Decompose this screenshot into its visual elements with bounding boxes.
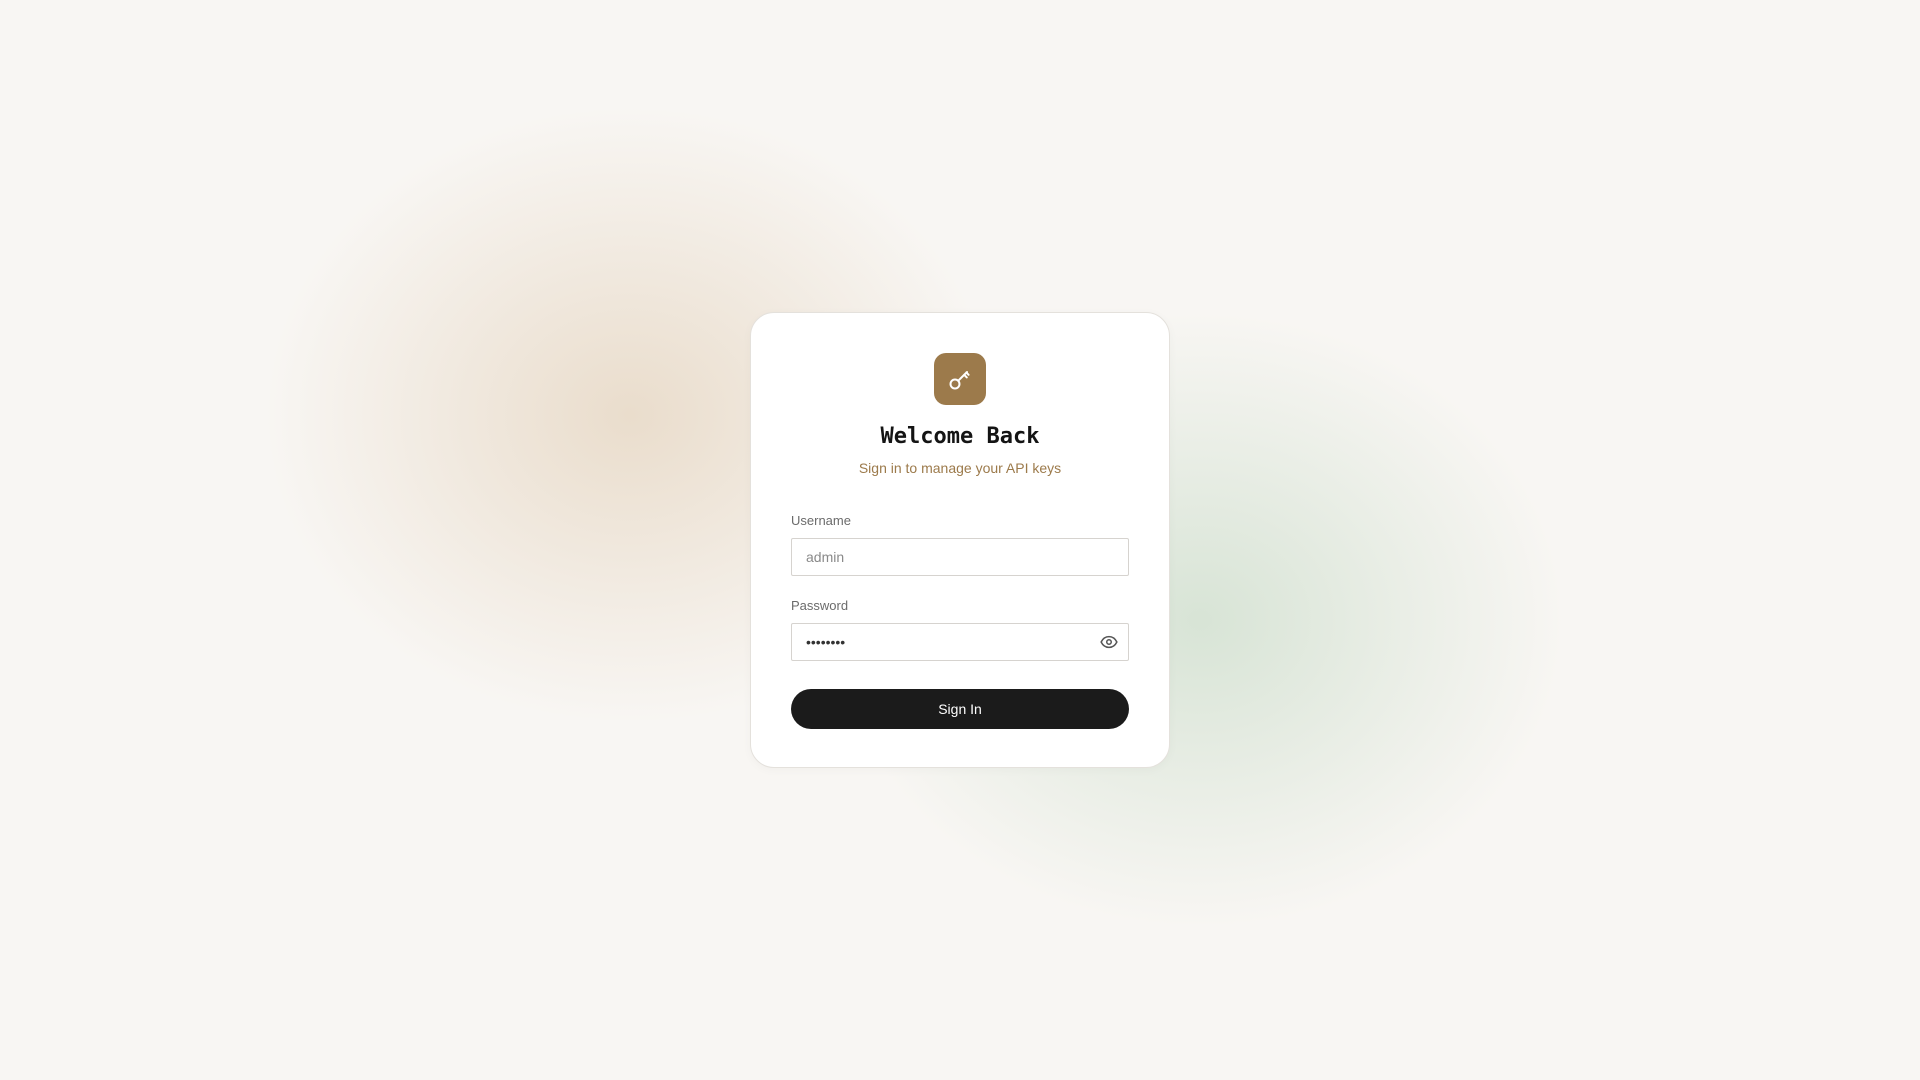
page-title: Welcome Back xyxy=(880,424,1040,449)
password-label: Password xyxy=(791,598,849,613)
sign-in-button[interactable]: Sign In xyxy=(791,689,1129,729)
logo-badge xyxy=(934,353,986,405)
username-label: Username xyxy=(791,513,851,528)
eye-icon[interactable] xyxy=(1097,630,1121,654)
username-field-wrap xyxy=(791,538,1129,576)
login-form: Username Password Sign In xyxy=(791,513,1129,729)
password-input[interactable] xyxy=(791,623,1129,661)
page-subtitle: Sign in to manage your API keys xyxy=(858,460,1062,476)
password-field-wrap xyxy=(791,623,1129,661)
key-icon xyxy=(947,366,973,392)
username-input[interactable] xyxy=(791,538,1129,576)
login-card: Welcome Back Sign in to manage your API … xyxy=(750,312,1170,768)
